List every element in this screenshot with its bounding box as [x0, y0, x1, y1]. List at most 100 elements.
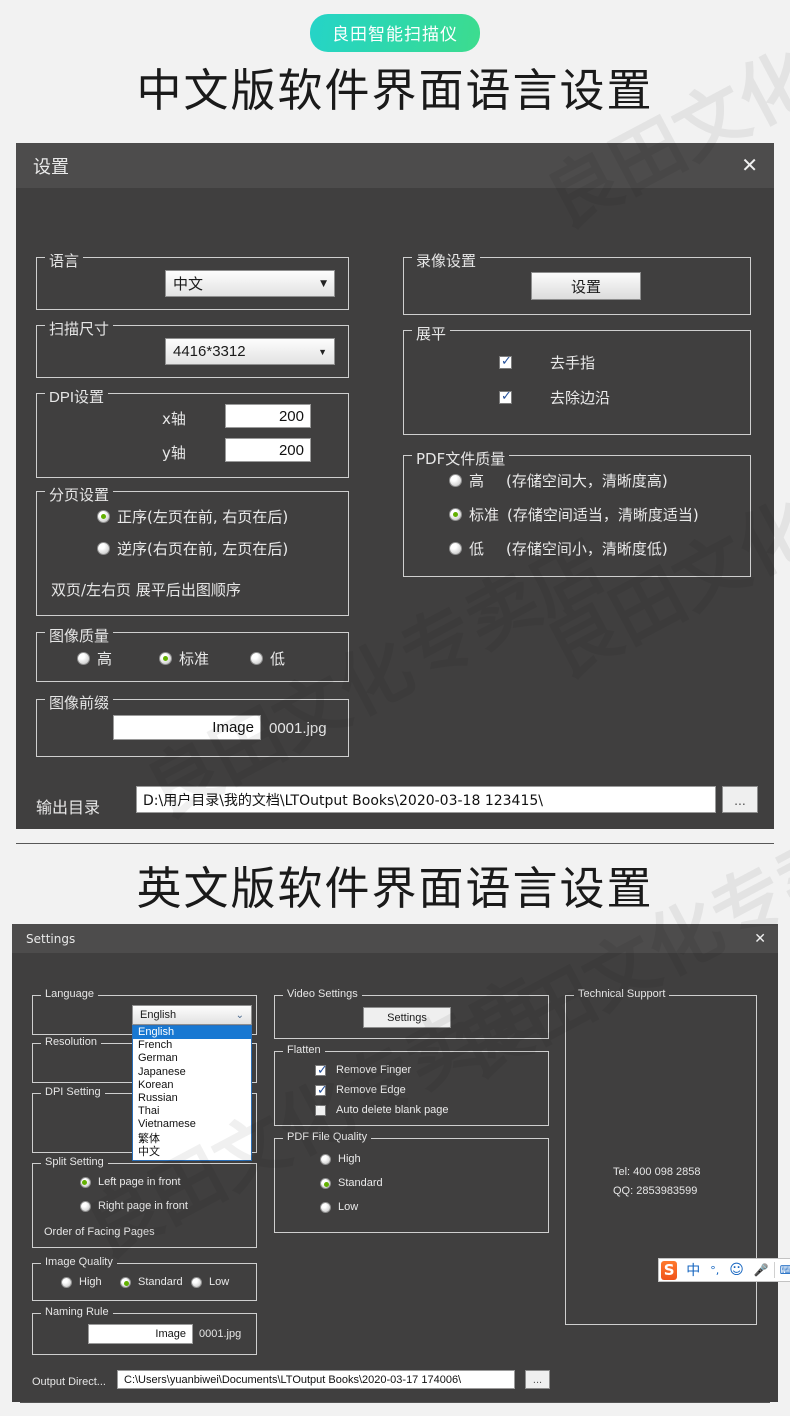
flatten-remove-edge[interactable]: 去除边沿 [499, 387, 610, 408]
radio-indicator[interactable] [120, 1276, 131, 1288]
sogou-logo-icon[interactable]: S [661, 1260, 678, 1280]
radio-indicator[interactable] [320, 1153, 331, 1165]
dialog-title: Settings [26, 931, 76, 946]
pdf-quality-high[interactable]: 高 (存储空间大，清晰度高) [449, 470, 668, 491]
dropdown-item[interactable]: 繁体 [133, 1132, 251, 1145]
pdf-quality-low[interactable]: 低 (存储空间小，清晰度低) [449, 538, 668, 559]
radio-indicator[interactable] [159, 652, 172, 665]
checkbox-indicator[interactable] [315, 1083, 328, 1098]
close-icon[interactable]: ✕ [754, 930, 766, 947]
dropdown-item[interactable]: Korean [133, 1079, 251, 1092]
image-quality-high[interactable]: 高 [77, 648, 112, 669]
radio-indicator[interactable] [80, 1200, 91, 1212]
pdf-quality-high[interactable]: High [320, 1153, 361, 1165]
split-option-label: 正序(左页在前, 右页在后) [117, 508, 289, 526]
chevron-down-icon: ▼ [320, 278, 327, 289]
video-settings-button[interactable]: 设置 [531, 272, 641, 300]
checkbox-indicator[interactable] [499, 389, 512, 404]
dialog-titlebar: Settings ✕ [12, 924, 778, 953]
group-label: PDF File Quality [283, 1131, 372, 1143]
radio-indicator[interactable] [449, 474, 462, 487]
group-label: 图像质量 [45, 625, 114, 646]
pdf-quality-note: (存储空间小，清晰度低) [506, 540, 668, 558]
ime-mode-icon[interactable]: 中 [686, 1260, 700, 1280]
split-option-forward[interactable]: 正序(左页在前, 右页在后) [97, 506, 288, 527]
group-label: 展平 [412, 323, 451, 344]
radio-indicator[interactable] [191, 1276, 202, 1288]
image-quality-standard[interactable]: Standard [120, 1276, 183, 1288]
dropdown-item[interactable]: Japanese [133, 1066, 251, 1079]
radio-indicator[interactable] [449, 508, 462, 521]
naming-prefix-input[interactable]: Image [88, 1324, 193, 1344]
group-label: Image Quality [41, 1256, 117, 1268]
divider [773, 1262, 775, 1278]
pdf-quality-standard[interactable]: 标准 (存储空间适当，清晰度适当) [449, 504, 699, 525]
scan-size-combobox[interactable]: 4416*3312 ▼ [165, 338, 335, 365]
output-browse-button[interactable]: ... [722, 786, 758, 813]
pdf-quality-standard[interactable]: Standard [320, 1177, 383, 1189]
group-video-settings: 录像设置 设置 [403, 250, 751, 315]
keyboard-icon[interactable]: ⌨ [780, 1263, 790, 1277]
output-directory-input[interactable]: C:\Users\yuanbiwei\Documents\LTOutput Bo… [117, 1370, 515, 1389]
group-image-quality: 图像质量 高 标准 低 [36, 625, 349, 682]
dpi-x-input[interactable]: 200 [225, 404, 311, 428]
output-browse-button[interactable]: ... [525, 1370, 550, 1389]
pdf-quality-label: Low [338, 1201, 359, 1213]
split-option-left-front[interactable]: Left page in front [80, 1176, 181, 1188]
split-option-right-front[interactable]: Right page in front [80, 1200, 188, 1212]
group-label: 录像设置 [412, 250, 481, 271]
naming-prefix-input[interactable]: Image [113, 715, 261, 740]
radio-indicator[interactable] [250, 652, 263, 665]
naming-suffix: 0001.jpg [269, 720, 327, 737]
flatten-remove-finger[interactable]: 去手指 [499, 352, 595, 373]
group-split-setting: Split Setting Left page in front Right p… [32, 1156, 257, 1248]
dropdown-item[interactable]: French [133, 1039, 251, 1052]
checkbox-indicator[interactable] [315, 1104, 326, 1116]
divider [20, 1402, 770, 1403]
image-quality-high[interactable]: High [61, 1276, 102, 1288]
language-combobox[interactable]: 中文 ▼ [165, 270, 335, 297]
dpi-y-input[interactable]: 200 [225, 438, 311, 462]
microphone-icon[interactable]: 🎤 [754, 1263, 769, 1277]
language-combobox[interactable]: English ⌄ [132, 1005, 252, 1025]
output-directory-value: D:\用户目录\我的文档\LTOutput Books\2020-03-18 1… [143, 792, 543, 809]
image-quality-label: 高 [97, 650, 113, 668]
split-note: Order of Facing Pages [44, 1226, 155, 1238]
pdf-quality-low[interactable]: Low [320, 1201, 358, 1213]
ime-punctuation-icon[interactable]: °, [710, 1264, 719, 1277]
dropdown-item[interactable]: English [133, 1026, 251, 1040]
radio-indicator[interactable] [320, 1177, 331, 1189]
flatten-remove-finger[interactable]: Remove Finger [315, 1063, 411, 1078]
chinese-section-title: 中文版软件界面语言设置 [136, 64, 654, 117]
dropdown-item[interactable]: Vietnamese [133, 1118, 251, 1131]
group-label: DPI设置 [45, 386, 109, 407]
split-option-reverse[interactable]: 逆序(右页在前, 左页在后) [97, 538, 288, 559]
radio-indicator[interactable] [61, 1276, 72, 1288]
output-directory-input[interactable]: D:\用户目录\我的文档\LTOutput Books\2020-03-18 1… [136, 786, 716, 813]
image-quality-standard[interactable]: 标准 [159, 648, 209, 669]
split-option-label: Right page in front [98, 1200, 188, 1212]
radio-indicator[interactable] [449, 542, 462, 555]
radio-indicator[interactable] [320, 1201, 331, 1213]
emoji-icon[interactable]: ☺ [729, 1262, 744, 1278]
radio-indicator[interactable] [77, 652, 90, 665]
language-value: English [140, 1009, 177, 1021]
checkbox-indicator[interactable] [315, 1063, 328, 1078]
flatten-auto-delete-blank[interactable]: Auto delete blank page [315, 1104, 449, 1116]
video-settings-button[interactable]: Settings [363, 1007, 451, 1028]
radio-indicator[interactable] [97, 510, 110, 523]
dropdown-item[interactable]: Thai [133, 1105, 251, 1118]
image-quality-low[interactable]: Low [191, 1276, 229, 1288]
pdf-quality-note: (存储空间适当，清晰度适当) [507, 506, 699, 524]
dropdown-item[interactable]: Russian [133, 1092, 251, 1105]
flatten-remove-edge[interactable]: Remove Edge [315, 1083, 406, 1098]
dropdown-item[interactable]: German [133, 1052, 251, 1065]
dropdown-item[interactable]: 中文 [133, 1145, 251, 1158]
checkbox-indicator[interactable] [499, 354, 512, 369]
output-directory-label: Output Direct... [32, 1376, 106, 1388]
language-dropdown-list[interactable]: English French German Japanese Korean Ru… [132, 1025, 252, 1161]
radio-indicator[interactable] [97, 542, 110, 555]
image-quality-low[interactable]: 低 [250, 648, 285, 669]
sogou-ime-toolbar[interactable]: S 中 °, ☺ 🎤 ⌨ [658, 1258, 790, 1282]
close-icon[interactable]: ✕ [741, 153, 758, 178]
